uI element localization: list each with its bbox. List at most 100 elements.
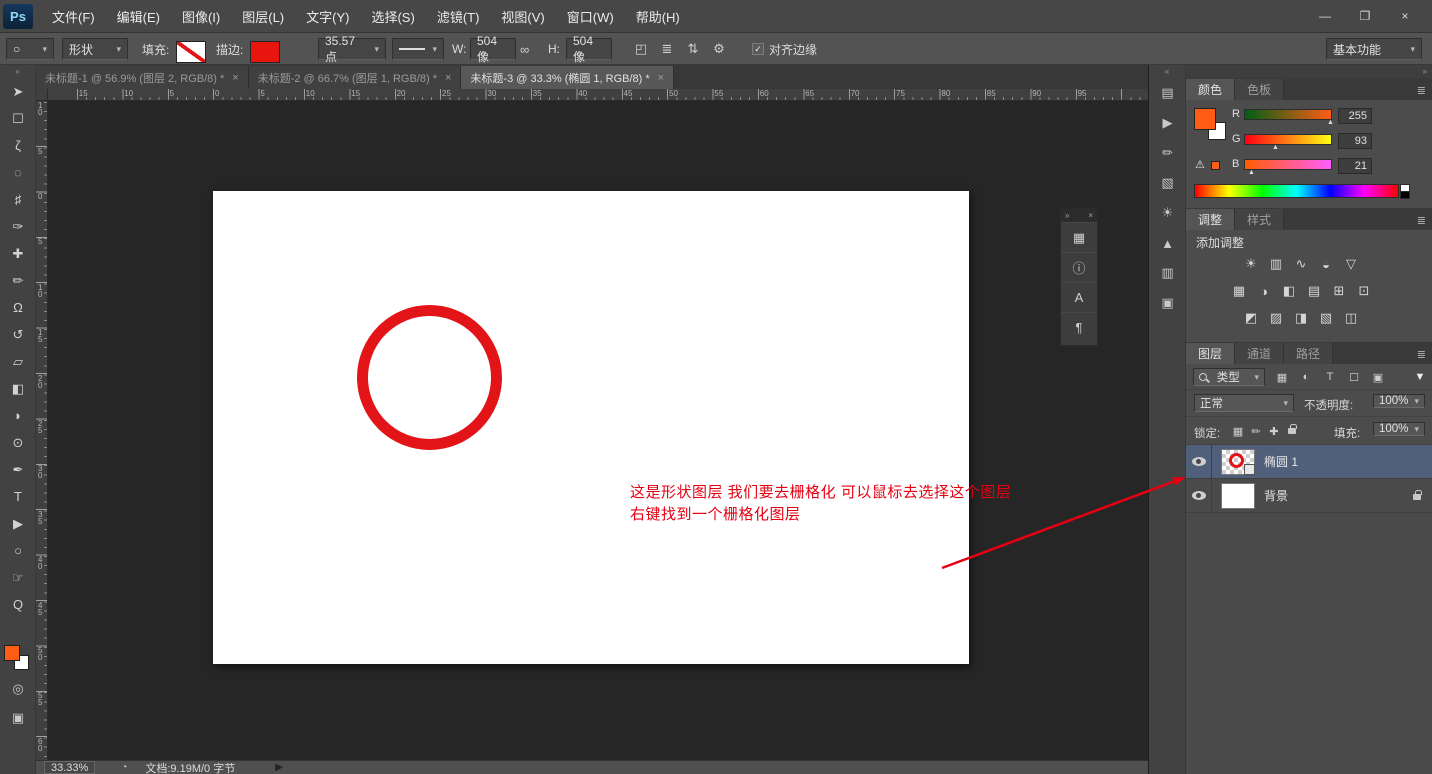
path-alignment-icon[interactable]: ≣ [654,41,680,57]
g-value-input[interactable]: 93 [1338,133,1372,149]
invert-icon[interactable]: ◩ [1240,308,1262,328]
zoom-level-input[interactable]: 33.33% [44,761,95,774]
workspace-switcher[interactable]: 基本功能▾ [1326,38,1422,60]
close-tab-icon[interactable]: × [445,72,451,84]
adjustments-tab-样式[interactable]: 样式 [1235,209,1284,230]
brush-panel-icon[interactable]: ✏ [1149,138,1186,168]
opacity-input[interactable]: 100% ▾ [1373,394,1425,408]
brush-tool[interactable]: ✏ [0,267,36,294]
shape-width-input[interactable]: 504 像 [470,38,516,60]
lock-image-icon[interactable]: ✏ [1248,425,1264,438]
panel-foreground-swatch[interactable] [1194,108,1216,130]
stroke-style-select[interactable]: ▾ [392,38,444,60]
close-icon[interactable]: × [1088,211,1093,220]
history-panel-icon[interactable]: ▤ [1149,78,1186,108]
menu-item-5[interactable]: 选择(S) [360,0,425,32]
tool-mode-select[interactable]: 形状▾ [62,38,128,60]
panel-menu-icon[interactable]: ≣ [1417,84,1432,100]
color-balance-icon[interactable]: ◑ [1253,281,1275,301]
color-lookup-icon[interactable]: ⊡ [1353,281,1375,301]
panel-menu-icon[interactable]: ≣ [1417,348,1432,364]
layer-row-背景[interactable]: 背景 [1186,479,1432,513]
color-tab-颜色[interactable]: 颜色 [1186,79,1235,100]
dodge-tool[interactable]: ⊙ [0,429,36,456]
layer-visibility-toggle[interactable] [1186,479,1212,513]
g-channel-slider[interactable] [1244,134,1332,145]
r-slider-thumb[interactable]: ▲ [1327,119,1334,126]
lock-position-icon[interactable]: ✚ [1266,425,1282,438]
layer-filter-select[interactable]: 类型 ▾ [1193,368,1265,386]
vertical-ruler[interactable]: 1 05051 01 52 02 53 03 54 04 55 05 56 0 [36,101,48,760]
menu-item-8[interactable]: 窗口(W) [556,0,625,32]
lasso-tool[interactable]: ζ [0,132,36,159]
adjustments-tab-调整[interactable]: 调整 [1186,209,1235,230]
document-tab-1[interactable]: 未标题-1 @ 56.9% (图层 2, RGB/8) *× [36,66,249,89]
layer-visibility-toggle[interactable] [1186,445,1212,479]
close-tab-icon[interactable]: × [658,72,664,84]
spectrum-black-swatch[interactable] [1400,191,1410,199]
brightness-contrast-icon[interactable]: ☀ [1240,254,1262,274]
path-operations-icon[interactable]: ◰ [628,41,654,57]
adjustments-strip-icon[interactable]: ☀ [1149,198,1186,228]
vibrance-icon[interactable]: ▽ [1340,254,1362,274]
eyedropper-tool[interactable]: ✑ [0,213,36,240]
curves-icon[interactable]: ∿ [1290,254,1312,274]
quick-mask-button[interactable]: ◎ [0,681,36,697]
strip-collapse-icon[interactable]: « [1149,65,1185,78]
shape-height-input[interactable]: 504 像 [566,38,612,60]
paragraph-panel-icon[interactable]: ¶ [1061,312,1097,342]
filter-shape-layers-icon[interactable]: ☐ [1346,371,1362,384]
menu-item-6[interactable]: 滤镜(T) [426,0,491,32]
lock-transparency-icon[interactable]: ▦ [1230,425,1246,438]
character-panel-icon[interactable]: A [1061,282,1097,312]
history-brush-tool[interactable]: ↺ [0,321,36,348]
clone-source-panel-icon[interactable]: ▧ [1149,168,1186,198]
panel-menu-icon[interactable]: ≣ [1417,214,1432,230]
document-canvas[interactable] [213,191,969,664]
maximize-button[interactable]: ❐ [1352,8,1378,24]
actions-panel-icon[interactable]: ▶ [1149,108,1186,138]
layer-thumbnail[interactable] [1221,483,1255,509]
gradient-map-icon[interactable]: ▧ [1315,308,1337,328]
horizontal-ruler[interactable]: 1510505101520253035404550556065707580859… [48,89,1148,101]
align-edges-checkbox[interactable]: ✓ 对齐边缘 [752,38,817,60]
eraser-tool[interactable]: ▱ [0,348,36,375]
canvas-pasteboard[interactable] [48,101,1148,760]
menu-item-2[interactable]: 图像(I) [171,0,231,32]
exposure-icon[interactable]: ◒ [1315,254,1337,274]
link-dimensions-icon[interactable]: ∞ [520,38,546,60]
hue-saturation-icon[interactable]: ▦ [1228,281,1250,301]
spot-healing-brush-tool[interactable]: ✚ [0,240,36,267]
r-channel-slider[interactable] [1244,109,1332,120]
type-tool[interactable]: T [0,483,36,510]
b-value-input[interactable]: 21 [1338,158,1372,174]
blend-mode-select[interactable]: 正常 ▾ [1194,394,1294,412]
navigator-panel-icon[interactable]: ▣ [1149,288,1186,318]
foreground-color-swatch[interactable] [4,645,20,661]
crop-tool[interactable]: ♯ [0,186,36,213]
black-white-icon[interactable]: ◧ [1278,281,1300,301]
layers-tab-路径[interactable]: 路径 [1284,343,1333,364]
posterize-icon[interactable]: ▨ [1265,308,1287,328]
layer-row-椭圆 1[interactable]: 椭圆 1 [1186,445,1432,479]
gradient-tool[interactable]: ◧ [0,375,36,402]
close-tab-icon[interactable]: × [232,72,238,84]
hand-tool[interactable]: ☞ [0,564,36,591]
path-selection-tool[interactable]: ▶ [0,510,36,537]
expand-panels-icon[interactable]: » [1065,211,1069,220]
document-tab-3[interactable]: 未标题-3 @ 33.3% (椭圆 1, RGB/8) *× [461,66,674,89]
layers-tab-图层[interactable]: 图层 [1186,343,1235,364]
b-channel-slider[interactable] [1244,159,1332,170]
threshold-icon[interactable]: ◨ [1290,308,1312,328]
clone-stamp-tool[interactable]: Ω [0,294,36,321]
fill-opacity-input[interactable]: 100% ▾ [1373,422,1425,436]
photo-filter-icon[interactable]: ▤ [1303,281,1325,301]
filter-pixel-layers-icon[interactable]: ▦ [1274,371,1290,384]
layers-tab-通道[interactable]: 通道 [1235,343,1284,364]
status-options-arrow-icon[interactable]: ▶ [275,762,283,773]
pen-tool[interactable]: ✒ [0,456,36,483]
current-tool-button[interactable]: ○▾ [6,38,54,60]
color-spectrum-ramp[interactable] [1194,184,1399,198]
path-arrangement-icon[interactable]: ⇅ [680,41,706,57]
minimize-button[interactable]: — [1312,8,1338,24]
